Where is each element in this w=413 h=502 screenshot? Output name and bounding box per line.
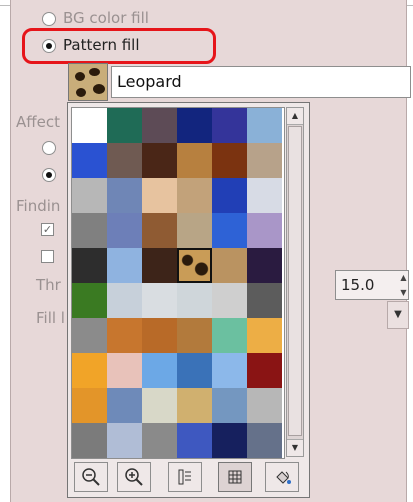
zoom-out-button[interactable] bbox=[74, 462, 108, 492]
pattern-swatch[interactable] bbox=[177, 108, 212, 143]
threshold-stepper[interactable]: ▲ ▼ bbox=[397, 270, 410, 300]
pattern-swatch[interactable] bbox=[142, 318, 177, 353]
fill-by-dropdown-arrow[interactable]: ▼ bbox=[387, 301, 409, 329]
transparent-checkbox[interactable]: ✓ bbox=[41, 223, 54, 236]
pattern-swatch[interactable] bbox=[142, 423, 177, 458]
pattern-swatch[interactable] bbox=[177, 388, 212, 423]
spin-down-icon[interactable]: ▼ bbox=[397, 285, 410, 300]
threshold-label: Thr bbox=[36, 276, 61, 294]
pattern-swatch[interactable] bbox=[72, 213, 107, 248]
pattern-swatch[interactable] bbox=[107, 388, 142, 423]
pattern-fill-radio[interactable] bbox=[42, 39, 56, 53]
pattern-swatch[interactable] bbox=[72, 353, 107, 388]
pattern-swatch[interactable] bbox=[212, 388, 247, 423]
scroll-thumb[interactable] bbox=[288, 126, 302, 436]
pattern-swatch[interactable] bbox=[142, 178, 177, 213]
pattern-swatch[interactable] bbox=[142, 108, 177, 143]
pattern-swatch[interactable] bbox=[72, 283, 107, 318]
pattern-swatch[interactable] bbox=[72, 318, 107, 353]
pattern-swatch[interactable] bbox=[177, 283, 212, 318]
pattern-swatch[interactable] bbox=[177, 248, 212, 283]
pattern-swatch[interactable] bbox=[72, 178, 107, 213]
affected-area-label: Affect bbox=[16, 113, 60, 131]
pattern-swatch[interactable] bbox=[107, 108, 142, 143]
pattern-swatch[interactable] bbox=[247, 423, 282, 458]
pattern-swatch[interactable] bbox=[72, 143, 107, 178]
leopard-spot-icon bbox=[75, 72, 85, 81]
pattern-swatch[interactable] bbox=[212, 318, 247, 353]
bg-color-fill-radio[interactable] bbox=[42, 12, 56, 26]
grid-view-button[interactable] bbox=[218, 462, 252, 492]
spin-up-icon[interactable]: ▲ bbox=[397, 270, 410, 285]
pattern-swatch[interactable] bbox=[107, 283, 142, 318]
pattern-swatch[interactable] bbox=[247, 388, 282, 423]
pattern-swatch[interactable] bbox=[142, 143, 177, 178]
pattern-swatch[interactable] bbox=[247, 318, 282, 353]
scroll-up-icon[interactable]: ▲ bbox=[287, 108, 303, 125]
open-patterns-dialog-button[interactable] bbox=[265, 462, 299, 492]
list-view-button[interactable] bbox=[168, 462, 202, 492]
pattern-swatch[interactable] bbox=[247, 353, 282, 388]
bg-color-fill-label: BG color fill bbox=[63, 9, 149, 27]
pattern-swatch[interactable] bbox=[177, 213, 212, 248]
grid-view-icon bbox=[228, 470, 242, 484]
pattern-swatch[interactable] bbox=[177, 143, 212, 178]
pattern-swatch[interactable] bbox=[142, 213, 177, 248]
pattern-grid bbox=[71, 107, 285, 459]
pattern-scrollbar[interactable]: ▲ ▼ bbox=[286, 107, 304, 457]
zoom-in-button[interactable] bbox=[117, 462, 151, 492]
pattern-swatch[interactable] bbox=[247, 213, 282, 248]
pattern-swatch[interactable] bbox=[142, 353, 177, 388]
pattern-swatch[interactable] bbox=[247, 283, 282, 318]
pattern-swatch[interactable] bbox=[142, 388, 177, 423]
leopard-spot-icon bbox=[93, 84, 105, 94]
pattern-swatch[interactable] bbox=[107, 143, 142, 178]
pattern-name-field: Leopard bbox=[111, 66, 411, 98]
pattern-swatch[interactable] bbox=[212, 283, 247, 318]
pattern-swatch[interactable] bbox=[107, 248, 142, 283]
pattern-swatch[interactable] bbox=[72, 423, 107, 458]
pattern-swatch[interactable] bbox=[107, 318, 142, 353]
pattern-swatch[interactable] bbox=[72, 248, 107, 283]
pattern-fill-label: Pattern fill bbox=[63, 36, 140, 54]
zoom-in-icon bbox=[125, 468, 143, 486]
pattern-swatch[interactable] bbox=[107, 213, 142, 248]
paint-bucket-icon bbox=[276, 471, 291, 484]
pattern-swatch[interactable] bbox=[212, 108, 247, 143]
fill-by-label: Fill l bbox=[36, 309, 65, 327]
pattern-swatch[interactable] bbox=[212, 178, 247, 213]
pattern-swatch[interactable] bbox=[177, 178, 212, 213]
leopard-spot-icon bbox=[89, 68, 100, 76]
pattern-swatch[interactable] bbox=[212, 143, 247, 178]
finding-similar-label: Findin bbox=[16, 197, 61, 215]
pattern-swatch[interactable] bbox=[107, 178, 142, 213]
zoom-out-icon bbox=[82, 468, 100, 486]
pattern-swatch[interactable] bbox=[247, 178, 282, 213]
sample-merged-checkbox[interactable] bbox=[41, 250, 54, 263]
pattern-swatch[interactable] bbox=[177, 423, 212, 458]
pattern-swatch[interactable] bbox=[212, 248, 247, 283]
list-view-icon bbox=[178, 469, 191, 485]
pattern-swatch[interactable] bbox=[142, 283, 177, 318]
pattern-swatch[interactable] bbox=[177, 318, 212, 353]
pattern-swatch[interactable] bbox=[247, 108, 282, 143]
pattern-swatch[interactable] bbox=[107, 353, 142, 388]
pattern-swatch[interactable] bbox=[142, 248, 177, 283]
pattern-swatch[interactable] bbox=[107, 423, 142, 458]
pattern-swatch[interactable] bbox=[212, 353, 247, 388]
pattern-swatch[interactable] bbox=[247, 143, 282, 178]
pattern-swatch[interactable] bbox=[72, 108, 107, 143]
affected-radio-1[interactable] bbox=[42, 141, 56, 155]
pattern-swatch[interactable] bbox=[72, 388, 107, 423]
affected-radio-2[interactable] bbox=[42, 168, 56, 182]
scroll-down-icon[interactable]: ▼ bbox=[287, 439, 303, 456]
pattern-preview-button[interactable] bbox=[68, 63, 108, 101]
pattern-swatch[interactable] bbox=[177, 353, 212, 388]
pattern-swatch[interactable] bbox=[212, 423, 247, 458]
pattern-swatch[interactable] bbox=[212, 213, 247, 248]
pattern-swatch[interactable] bbox=[247, 248, 282, 283]
leopard-spot-icon bbox=[76, 88, 86, 97]
